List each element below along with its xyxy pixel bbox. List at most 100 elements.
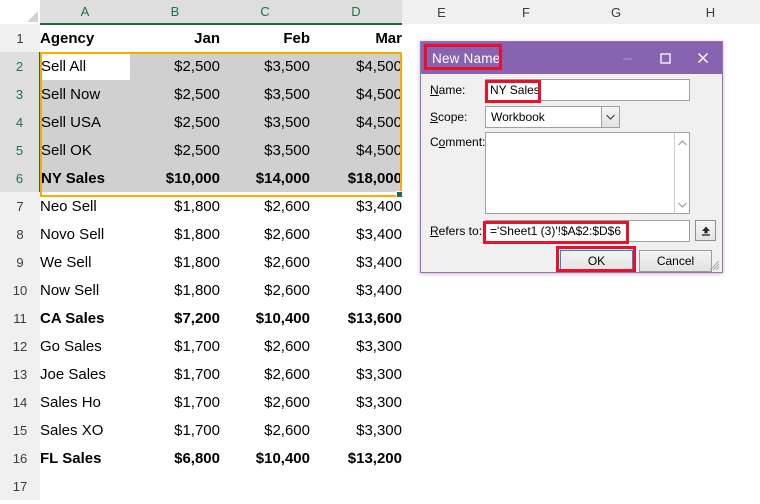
- cell-H16[interactable]: [661, 444, 760, 472]
- cell-G14[interactable]: [571, 388, 661, 416]
- row-header-3[interactable]: 3: [0, 80, 41, 108]
- cell-C11[interactable]: $10,400: [220, 304, 310, 332]
- cell-F11[interactable]: [481, 304, 571, 332]
- collapse-dialog-icon[interactable]: [695, 220, 716, 241]
- cell-B13[interactable]: $1,700: [130, 360, 220, 388]
- cell-B1[interactable]: Jan: [130, 24, 220, 52]
- cell-A7[interactable]: Neo Sell: [40, 192, 130, 220]
- cell-H14[interactable]: [661, 388, 760, 416]
- cell-G15[interactable]: [571, 416, 661, 444]
- scroll-up-icon[interactable]: [677, 135, 687, 149]
- cell-E15[interactable]: [402, 416, 481, 444]
- cell-B14[interactable]: $1,700: [130, 388, 220, 416]
- cell-B3[interactable]: $2,500: [130, 80, 220, 108]
- row-header-9[interactable]: 9: [0, 248, 40, 276]
- column-header-e[interactable]: E: [402, 0, 481, 24]
- cell-D3[interactable]: $4,500: [310, 80, 402, 108]
- cell-E16[interactable]: [402, 444, 481, 472]
- cell-B8[interactable]: $1,800: [130, 220, 220, 248]
- cell-A15[interactable]: Sales XO: [40, 416, 130, 444]
- row-header-11[interactable]: 11: [0, 304, 40, 332]
- column-header-b[interactable]: B: [130, 0, 220, 25]
- cell-C16[interactable]: $10,400: [220, 444, 310, 472]
- row-header-13[interactable]: 13: [0, 360, 40, 388]
- cell-F17[interactable]: [481, 472, 571, 500]
- cell-A14[interactable]: Sales Ho: [40, 388, 130, 416]
- cell-B2[interactable]: $2,500: [130, 52, 220, 80]
- cell-C10[interactable]: $2,600: [220, 276, 310, 304]
- cell-B4[interactable]: $2,500: [130, 108, 220, 136]
- cell-H10[interactable]: [661, 276, 760, 304]
- fill-handle[interactable]: [396, 191, 403, 198]
- cell-D1[interactable]: Mar: [310, 24, 402, 52]
- cell-A10[interactable]: Now Sell: [40, 276, 130, 304]
- column-header-f[interactable]: F: [481, 0, 571, 24]
- cell-A1[interactable]: Agency: [40, 24, 130, 52]
- cell-D16[interactable]: $13,200: [310, 444, 402, 472]
- cell-A17[interactable]: [40, 472, 130, 500]
- refers-to-input[interactable]: ='Sheet1 (3)'!$A$2:$D$6: [485, 220, 690, 242]
- row-header-6[interactable]: 6: [0, 164, 41, 192]
- cell-G12[interactable]: [571, 332, 661, 360]
- row-header-14[interactable]: 14: [0, 388, 40, 416]
- cell-G16[interactable]: [571, 444, 661, 472]
- comment-value[interactable]: [486, 133, 674, 213]
- close-icon[interactable]: [684, 42, 722, 74]
- row-header-5[interactable]: 5: [0, 136, 41, 164]
- scope-dropdown[interactable]: Workbook: [485, 106, 620, 128]
- cell-D2[interactable]: $4,500: [310, 52, 402, 80]
- cell-D13[interactable]: $3,300: [310, 360, 402, 388]
- cell-A12[interactable]: Go Sales: [40, 332, 130, 360]
- cancel-button[interactable]: Cancel: [639, 250, 712, 272]
- row-header-17[interactable]: 17: [0, 472, 40, 500]
- cell-H17[interactable]: [661, 472, 760, 500]
- cell-C1[interactable]: Feb: [220, 24, 310, 52]
- cell-H12[interactable]: [661, 332, 760, 360]
- row-header-1[interactable]: 1: [0, 24, 40, 52]
- row-header-10[interactable]: 10: [0, 276, 40, 304]
- cell-A6[interactable]: NY Sales: [40, 164, 130, 192]
- cell-D10[interactable]: $3,400: [310, 276, 402, 304]
- cell-C7[interactable]: $2,600: [220, 192, 310, 220]
- cell-E13[interactable]: [402, 360, 481, 388]
- cell-F13[interactable]: [481, 360, 571, 388]
- comment-scrollbar[interactable]: [674, 133, 689, 213]
- cell-D14[interactable]: $3,300: [310, 388, 402, 416]
- cell-B15[interactable]: $1,700: [130, 416, 220, 444]
- cell-G11[interactable]: [571, 304, 661, 332]
- cell-C15[interactable]: $2,600: [220, 416, 310, 444]
- cell-E11[interactable]: [402, 304, 481, 332]
- cell-G17[interactable]: [571, 472, 661, 500]
- column-header-h[interactable]: H: [661, 0, 760, 24]
- cell-A5[interactable]: Sell OK: [40, 136, 130, 164]
- select-all-corner[interactable]: [0, 0, 40, 24]
- cell-E10[interactable]: [402, 276, 481, 304]
- cell-B17[interactable]: [130, 472, 220, 500]
- cell-H13[interactable]: [661, 360, 760, 388]
- row-header-4[interactable]: 4: [0, 108, 41, 136]
- cell-D4[interactable]: $4,500: [310, 108, 402, 136]
- cell-H11[interactable]: [661, 304, 760, 332]
- cell-E12[interactable]: [402, 332, 481, 360]
- cell-A8[interactable]: Novo Sell: [40, 220, 130, 248]
- cell-B5[interactable]: $2,500: [130, 136, 220, 164]
- cell-B12[interactable]: $1,700: [130, 332, 220, 360]
- cell-D5[interactable]: $4,500: [310, 136, 402, 164]
- cell-D15[interactable]: $3,300: [310, 416, 402, 444]
- cell-A9[interactable]: We Sell: [40, 248, 130, 276]
- row-header-7[interactable]: 7: [0, 192, 40, 220]
- cell-C6[interactable]: $14,000: [220, 164, 310, 192]
- row-header-16[interactable]: 16: [0, 444, 40, 472]
- cell-F15[interactable]: [481, 416, 571, 444]
- cell-C3[interactable]: $3,500: [220, 80, 310, 108]
- cell-C4[interactable]: $3,500: [220, 108, 310, 136]
- ok-button[interactable]: OK: [560, 250, 633, 272]
- cell-C14[interactable]: $2,600: [220, 388, 310, 416]
- cell-A3[interactable]: Sell Now: [40, 80, 130, 108]
- cell-D6[interactable]: $18,000: [310, 164, 402, 192]
- cell-B11[interactable]: $7,200: [130, 304, 220, 332]
- column-header-c[interactable]: C: [220, 0, 310, 25]
- comment-textarea[interactable]: [485, 132, 690, 214]
- cell-G13[interactable]: [571, 360, 661, 388]
- cell-C12[interactable]: $2,600: [220, 332, 310, 360]
